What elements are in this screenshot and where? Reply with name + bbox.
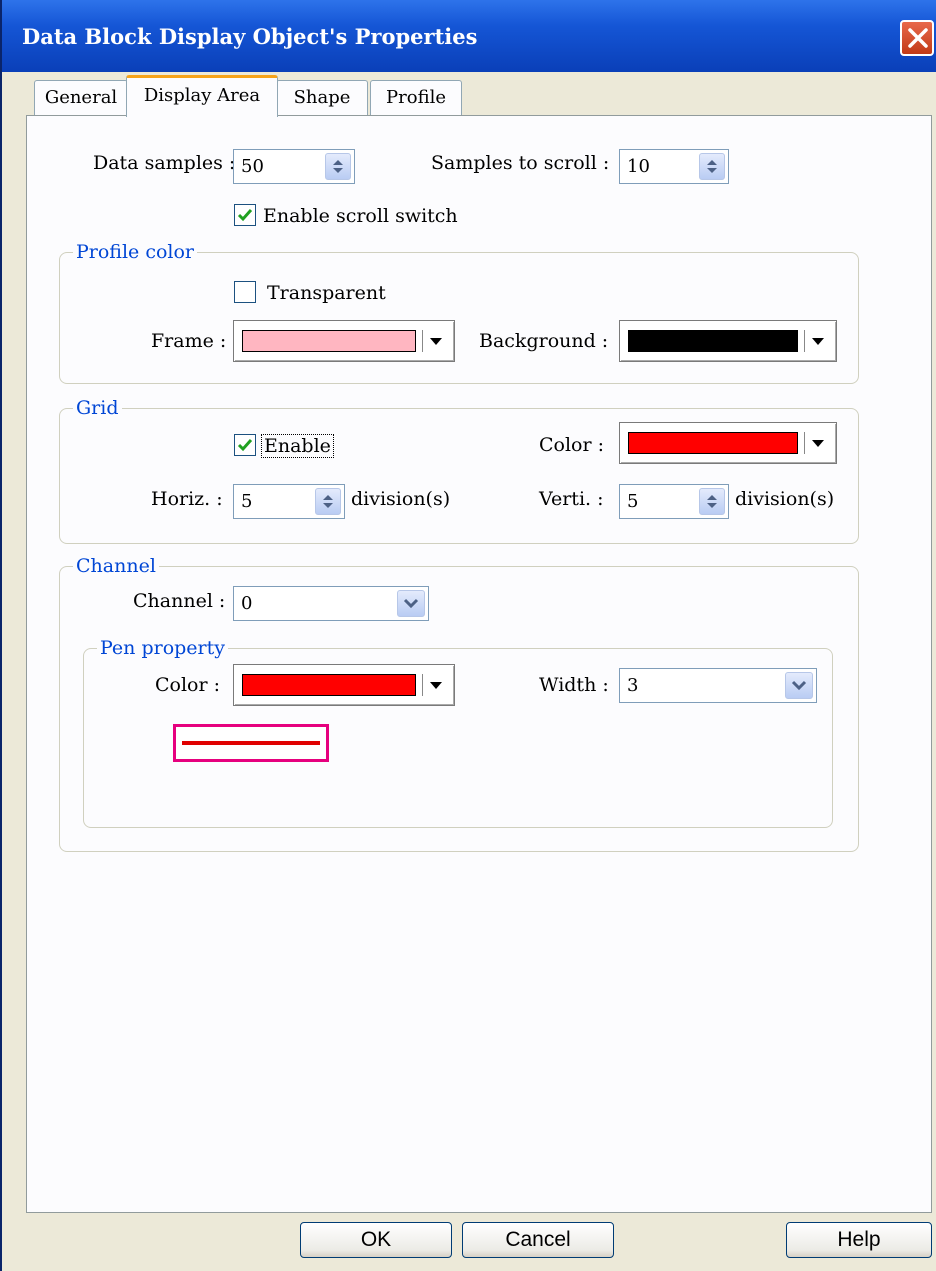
transparent-checkbox[interactable] — [234, 281, 256, 303]
grid-group-title: Grid — [73, 397, 122, 419]
tab-general[interactable]: General — [34, 80, 128, 116]
close-button[interactable] — [900, 20, 934, 56]
pen-width-label: Width : — [539, 674, 609, 696]
dropdown-arrow-icon — [812, 338, 824, 345]
channel-select[interactable]: 0 — [233, 586, 429, 621]
display-area-panel: Data samples : 50 Samples to scroll : 10… — [26, 115, 932, 1213]
checkmark-icon — [237, 439, 253, 452]
verti-label: Verti. : — [539, 488, 604, 510]
verti-divisions-spinner[interactable]: 5 — [619, 484, 729, 519]
background-color-dropdown[interactable] — [619, 320, 837, 362]
checkmark-icon — [237, 209, 253, 222]
spin-arrows-icon[interactable] — [315, 488, 341, 515]
grid-enable-label: Enable — [261, 434, 334, 458]
dropdown-arrow-icon — [430, 338, 442, 345]
samples-to-scroll-value: 10 — [627, 156, 650, 177]
channel-value: 0 — [241, 593, 253, 614]
dropdown-arrow-icon — [812, 440, 824, 447]
grid-color-swatch — [628, 432, 798, 454]
pen-width-select[interactable]: 3 — [619, 668, 817, 703]
spin-arrows-icon[interactable] — [699, 488, 725, 515]
chevron-down-icon[interactable] — [397, 590, 425, 617]
samples-to-scroll-spinner[interactable]: 10 — [619, 149, 729, 184]
horiz-value: 5 — [241, 491, 253, 512]
samples-to-scroll-label: Samples to scroll : — [431, 152, 610, 174]
pen-preview — [173, 724, 329, 762]
chevron-down-icon[interactable] — [785, 672, 813, 699]
ok-button[interactable]: OK — [300, 1222, 452, 1258]
dropdown-arrow-icon — [430, 682, 442, 689]
horiz-label: Horiz. : — [151, 488, 223, 510]
background-label: Background : — [479, 330, 609, 352]
verti-value: 5 — [627, 491, 639, 512]
frame-color-swatch — [242, 330, 416, 352]
profile-color-group — [59, 252, 859, 384]
transparent-label: Transparent — [267, 282, 386, 304]
background-color-swatch — [628, 330, 798, 352]
channel-group-title: Channel — [73, 555, 159, 577]
window-title: Data Block Display Object's Properties — [22, 24, 478, 49]
pen-color-swatch — [242, 674, 416, 696]
grid-enable-checkbox[interactable] — [234, 434, 256, 456]
help-button[interactable]: Help — [786, 1222, 932, 1258]
tab-display-area[interactable]: Display Area — [126, 75, 278, 117]
grid-color-label: Color : — [539, 434, 605, 456]
tab-shape[interactable]: Shape — [276, 80, 368, 116]
tab-profile[interactable]: Profile — [370, 80, 462, 116]
grid-color-dropdown[interactable] — [619, 422, 837, 464]
pen-color-label: Color : — [155, 674, 221, 696]
profile-color-group-title: Profile color — [73, 241, 198, 263]
enable-scroll-switch-checkbox[interactable] — [234, 204, 256, 226]
spin-arrows-icon[interactable] — [325, 153, 351, 180]
spin-arrows-icon[interactable] — [699, 153, 725, 180]
data-samples-spinner[interactable]: 50 — [233, 149, 355, 184]
frame-label: Frame : — [151, 330, 227, 352]
properties-dialog: Data Block Display Object's Properties G… — [0, 0, 936, 1271]
pen-preview-line — [182, 741, 320, 745]
close-icon — [908, 28, 928, 48]
data-samples-label: Data samples : — [93, 152, 236, 174]
pen-color-dropdown[interactable] — [233, 664, 455, 706]
cancel-button[interactable]: Cancel — [462, 1222, 614, 1258]
verti-unit-label: division(s) — [735, 488, 835, 510]
title-bar[interactable]: Data Block Display Object's Properties — [2, 0, 936, 72]
enable-scroll-switch-label: Enable scroll switch — [263, 205, 458, 227]
frame-color-dropdown[interactable] — [233, 320, 455, 362]
horiz-divisions-spinner[interactable]: 5 — [233, 484, 345, 519]
horiz-unit-label: division(s) — [351, 488, 451, 510]
pen-width-value: 3 — [627, 675, 639, 696]
pen-property-group-title: Pen property — [97, 637, 228, 659]
channel-label: Channel : — [133, 590, 226, 612]
data-samples-value: 50 — [241, 156, 264, 177]
